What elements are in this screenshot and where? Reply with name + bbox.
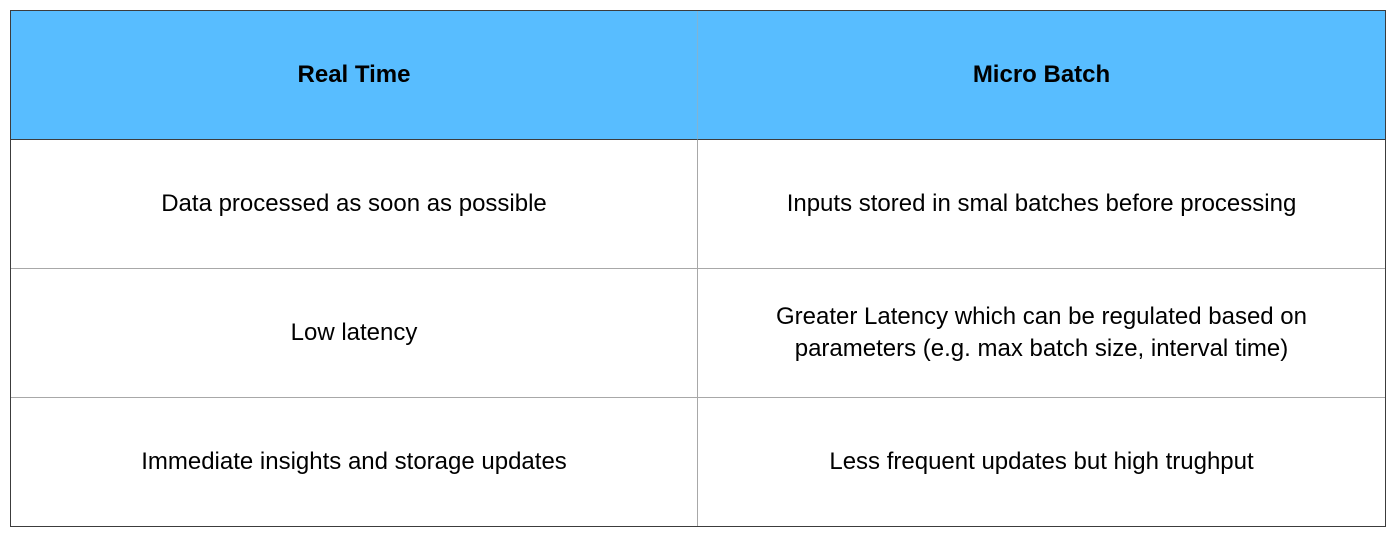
table-cell: Immediate insights and storage updates <box>11 398 698 526</box>
table-cell: Greater Latency which can be regulated b… <box>698 269 1385 398</box>
header-real-time: Real Time <box>11 11 698 140</box>
table-cell: Low latency <box>11 269 698 398</box>
table-cell: Inputs stored in smal batches before pro… <box>698 140 1385 269</box>
table-cell: Less frequent updates but high trughput <box>829 448 1254 475</box>
header-micro-batch: Micro Batch <box>698 11 1385 140</box>
comparison-table: Real Time Micro Batch Data processed as … <box>10 10 1386 527</box>
table-cell: Data processed as soon as possible <box>11 140 698 269</box>
